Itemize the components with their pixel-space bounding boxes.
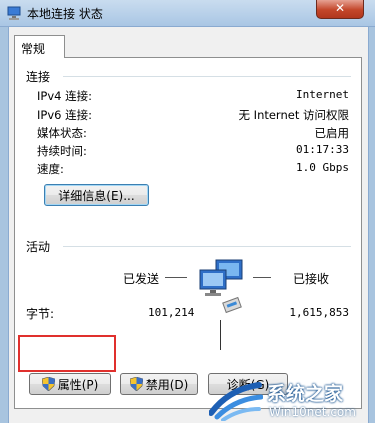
activity-heading: 活动 (26, 240, 51, 254)
window-title: 本地连接 状态 (27, 7, 103, 21)
watermark-title: 系统之家 (267, 383, 344, 405)
close-icon: ✕ (334, 1, 346, 15)
details-button[interactable]: 详细信息(E)... (44, 184, 149, 206)
watermark: 系统之家 Win10net.com (205, 377, 375, 423)
media-state-label: 媒体状态: (37, 126, 87, 140)
watermark-logo-icon (209, 382, 263, 421)
bytes-label: 字节: (26, 307, 55, 321)
duration-value: 01:17:33 (296, 143, 349, 156)
sent-line (165, 277, 187, 278)
divider (63, 246, 351, 247)
ipv6-value: 无 Internet 访问权限 (238, 108, 349, 122)
speed-label: 速度: (37, 162, 64, 176)
disable-button[interactable]: 禁用(D) (120, 373, 198, 395)
received-line (253, 277, 271, 278)
ipv6-label: IPv6 连接: (37, 108, 92, 122)
disable-button-label: 禁用(D) (145, 377, 189, 392)
close-button[interactable]: ✕ (316, 0, 364, 19)
speed-value: 1.0 Gbps (296, 161, 349, 174)
network-icon (7, 6, 21, 20)
highlight-box (18, 335, 116, 372)
properties-button-label: 属性(P) (57, 377, 99, 392)
bytes-sent-value: 101,214 (148, 306, 195, 319)
duration-label: 持续时间: (37, 144, 87, 158)
cable-line (220, 320, 221, 350)
divider (63, 76, 351, 77)
watermark-url: Win10net.com (269, 405, 356, 419)
received-label: 已接收 (293, 272, 330, 286)
tab-general[interactable]: 常规 (14, 35, 65, 58)
sent-label: 已发送 (123, 272, 160, 286)
connection-heading: 连接 (26, 70, 51, 84)
uac-shield-icon (41, 377, 55, 391)
ipv4-value: Internet (296, 88, 349, 101)
network-activity-icon (199, 259, 243, 314)
details-button-label: 详细信息(E)... (58, 188, 135, 203)
uac-shield-icon (129, 377, 143, 391)
bytes-received-value: 1,615,853 (289, 306, 349, 319)
ipv4-label: IPv4 连接: (37, 89, 92, 103)
media-state-value: 已启用 (314, 126, 350, 140)
properties-button[interactable]: 属性(P) (29, 373, 111, 395)
title-bar: 本地连接 状态 ✕ (0, 0, 375, 27)
